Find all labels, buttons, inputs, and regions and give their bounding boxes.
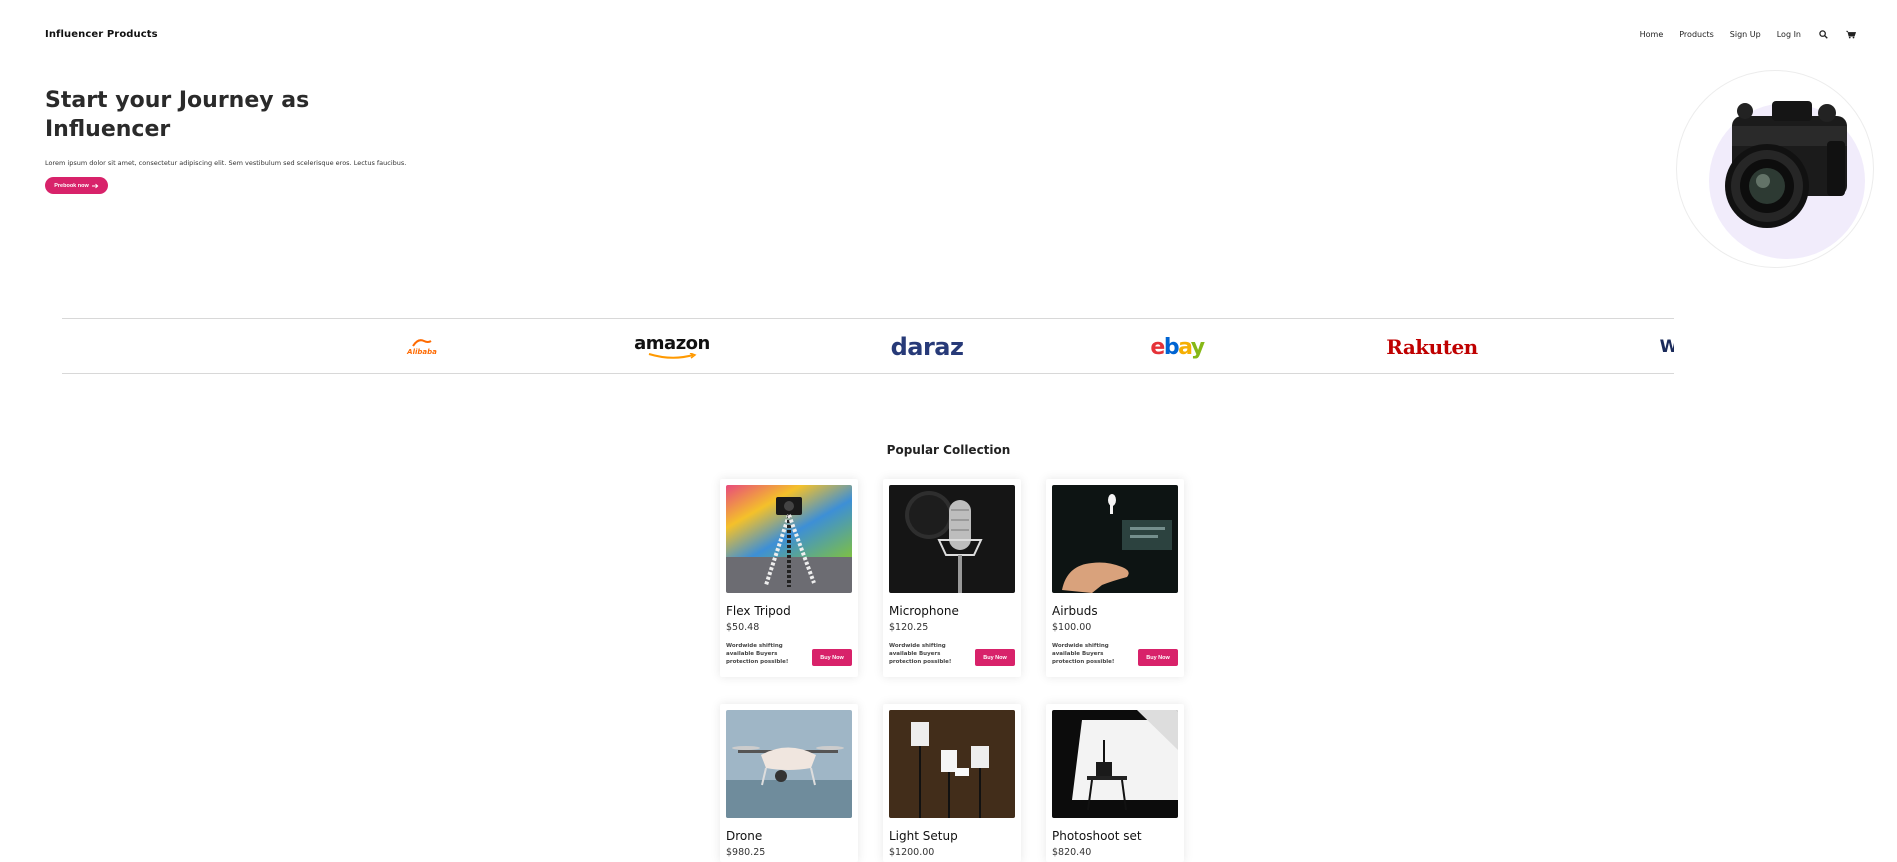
alibaba-logo[interactable]: Alibaba (397, 319, 447, 373)
rakuten-logo[interactable]: Rakuten (1382, 319, 1482, 373)
product-card: Light Setup $1200.00 (883, 704, 1021, 862)
prebook-button[interactable]: Prebook now (45, 177, 108, 194)
product-card: Airbuds $100.00 Wordwide shifting availa… (1046, 479, 1184, 677)
product-price: $120.25 (889, 622, 929, 633)
product-price: $100.00 (1052, 622, 1092, 633)
airbuds-image[interactable] (1052, 485, 1178, 593)
product-card: Microphone $120.25 Wordwide shifting ava… (883, 479, 1021, 677)
product-name[interactable]: Microphone (889, 604, 959, 618)
section-title: Popular Collection (886, 443, 1011, 457)
search-icon[interactable] (1817, 28, 1829, 40)
product-name[interactable]: Airbuds (1052, 604, 1098, 618)
main-nav: Home Products Sign Up Log In (1640, 28, 1857, 40)
nav-log-in[interactable]: Log In (1777, 30, 1801, 39)
photoshoot-set-image[interactable] (1052, 710, 1178, 818)
product-price: $50.48 (726, 622, 760, 633)
prebook-label: Prebook now (54, 182, 89, 189)
nav-products[interactable]: Products (1679, 30, 1714, 39)
buy-now-button[interactable]: Buy Now (1138, 649, 1178, 666)
arrow-right-icon (91, 183, 99, 188)
product-description: Wordwide shifting available Buyers prote… (889, 643, 952, 665)
product-price: $820.40 (1052, 847, 1092, 858)
brand-title[interactable]: Influencer Products (45, 29, 158, 40)
brand-logo-strip: Alibaba amazon daraz ebay ebay Rakuten W (62, 318, 1674, 374)
product-price: $1200.00 (889, 847, 935, 858)
amazon-logo[interactable]: amazon (632, 319, 712, 373)
daraz-logo[interactable]: daraz (887, 319, 967, 373)
tripod-image[interactable] (726, 485, 852, 593)
product-name[interactable]: Flex Tripod (726, 604, 791, 618)
product-card: Photoshoot set $820.40 (1046, 704, 1184, 862)
cart-icon[interactable] (1845, 28, 1857, 40)
buy-now-button[interactable]: Buy Now (812, 649, 852, 666)
microphone-image[interactable] (889, 485, 1015, 593)
product-name[interactable]: Drone (726, 829, 762, 843)
hero-title: Start your Journey as Influencer (45, 88, 310, 142)
camera-image (1676, 70, 1874, 268)
nav-home[interactable]: Home (1640, 30, 1664, 39)
product-name[interactable]: Photoshoot set (1052, 829, 1142, 843)
buy-now-button[interactable]: Buy Now (975, 649, 1015, 666)
nav-sign-up[interactable]: Sign Up (1730, 30, 1761, 39)
drone-image[interactable] (726, 710, 852, 818)
light-setup-image[interactable] (889, 710, 1015, 818)
product-name[interactable]: Light Setup (889, 829, 958, 843)
product-description: Wordwide shifting available Buyers prote… (726, 643, 789, 665)
product-description: Wordwide shifting available Buyers prote… (1052, 643, 1115, 665)
ebay-logo[interactable]: ebay ebay (1142, 319, 1212, 373)
product-card: Drone $980.25 (720, 704, 858, 862)
partial-brand-logo[interactable]: W (1654, 319, 1674, 373)
hero-description: Lorem ipsum dolor sit amet, consectetur … (45, 159, 407, 167)
product-card: Flex Tripod $50.48 Wordwide shifting ava… (720, 479, 858, 677)
product-price: $980.25 (726, 847, 766, 858)
